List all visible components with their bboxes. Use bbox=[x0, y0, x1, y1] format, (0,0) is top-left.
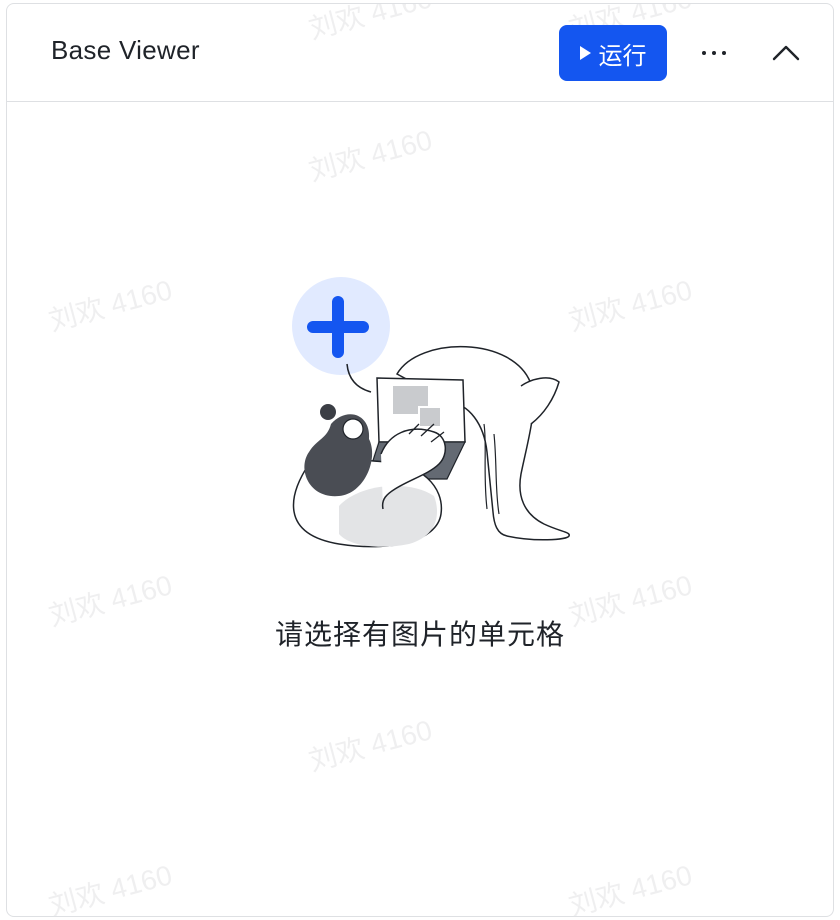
panel-header: Base Viewer 运行 bbox=[7, 4, 833, 102]
hair-bun bbox=[320, 404, 336, 420]
empty-state-message: 请选择有图片的单元格 bbox=[274, 619, 565, 650]
run-button-label: 运行 bbox=[598, 42, 647, 70]
panel-title: Base Viewer bbox=[51, 35, 200, 65]
watermark: 刘欢 4160 bbox=[45, 859, 176, 917]
watermark: 刘欢 4160 bbox=[45, 274, 176, 337]
chevron-up-icon bbox=[772, 45, 800, 61]
watermark: 刘欢 4160 bbox=[305, 124, 436, 187]
base-viewer-panel: 刘欢 4160 刘欢 4160 刘欢 4160 刘欢 4160 刘欢 4160 … bbox=[6, 3, 834, 917]
watermark: 刘欢 4160 bbox=[565, 859, 696, 917]
more-dots-icon bbox=[712, 51, 716, 55]
more-dots-icon bbox=[722, 51, 726, 55]
add-image-illustration bbox=[292, 277, 570, 548]
watermark: 刘欢 4160 bbox=[305, 714, 436, 777]
run-button[interactable]: 运行 bbox=[559, 25, 667, 81]
face bbox=[342, 418, 364, 440]
more-dots-icon bbox=[702, 51, 706, 55]
more-options-button[interactable] bbox=[687, 30, 741, 76]
play-icon bbox=[579, 46, 591, 60]
watermark: 刘欢 4160 bbox=[565, 274, 696, 337]
collapse-button[interactable] bbox=[763, 30, 809, 76]
